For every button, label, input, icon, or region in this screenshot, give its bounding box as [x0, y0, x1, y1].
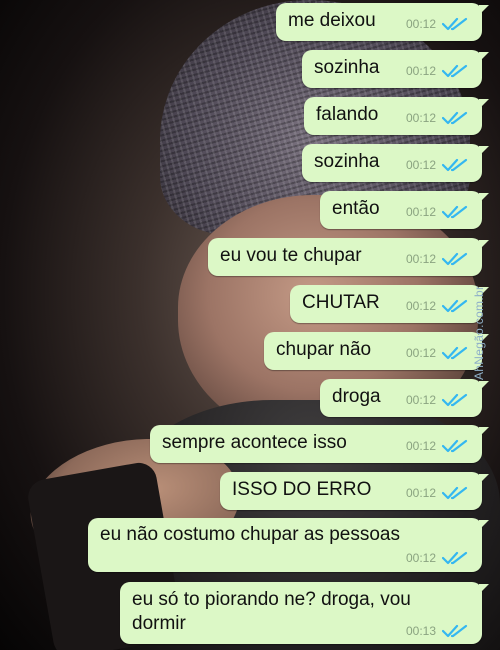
message-text: me deixou — [288, 10, 376, 31]
message-bubble[interactable]: eu não costumo chupar as pessoas 00:12 — [88, 518, 489, 572]
message-time: 00:12 — [405, 486, 436, 500]
message-bubble[interactable]: eu vou te chupar 00:12 — [208, 238, 489, 276]
message-text: CHUTAR — [302, 292, 380, 313]
message-text: sozinha — [314, 57, 380, 78]
message-bubble[interactable]: eu só to piorando ne? droga, vou dormir … — [120, 582, 489, 644]
double-check-icon — [442, 64, 468, 78]
double-check-icon — [442, 111, 468, 125]
message-time: 00:12 — [405, 393, 436, 407]
message-bubble[interactable]: sempre acontece isso 00:12 — [150, 425, 489, 463]
message-bubble[interactable]: sozinha 00:12 — [302, 50, 489, 88]
message-text: então — [332, 198, 380, 219]
double-check-icon — [442, 439, 468, 453]
message-text: eu não costumo chupar as pessoas — [100, 524, 400, 545]
double-check-icon — [442, 346, 468, 360]
message-time: 00:12 — [405, 439, 436, 453]
message-bubble[interactable]: chupar não 00:12 — [264, 332, 489, 370]
message-text: ISSO DO ERRO — [232, 479, 372, 500]
double-check-icon — [442, 158, 468, 172]
double-check-icon — [442, 551, 468, 565]
message-time: 00:12 — [405, 64, 436, 78]
double-check-icon — [442, 17, 468, 31]
message-text: sempre acontece isso — [162, 432, 347, 453]
message-time: 00:12 — [405, 299, 436, 313]
message-bubble[interactable]: então 00:12 — [320, 191, 489, 229]
message-text-line1: eu só to piorando ne? droga, vou — [132, 589, 411, 610]
double-check-icon — [442, 299, 468, 313]
message-text: droga — [332, 386, 381, 407]
watermark: AhNegão.com.br — [472, 285, 486, 380]
double-check-icon — [442, 486, 468, 500]
message-text: eu vou te chupar — [220, 245, 362, 266]
message-bubble[interactable]: ISSO DO ERRO 00:12 — [220, 472, 489, 510]
chat-screen: me deixou 00:12 sozinha 00:12 falando 00… — [0, 0, 500, 650]
message-time: 00:12 — [405, 205, 436, 219]
message-text: sozinha — [314, 151, 380, 172]
double-check-icon — [442, 393, 468, 407]
message-time: 00:13 — [405, 624, 436, 638]
message-text: falando — [316, 104, 379, 125]
message-bubble[interactable]: falando 00:12 — [304, 97, 489, 135]
double-check-icon — [442, 205, 468, 219]
message-bubble[interactable]: CHUTAR 00:12 — [290, 285, 489, 323]
message-bubble[interactable]: sozinha 00:12 — [302, 144, 489, 182]
message-time: 00:12 — [405, 111, 436, 125]
message-time: 00:12 — [405, 252, 436, 266]
message-text: chupar não — [276, 339, 372, 360]
double-check-icon — [442, 624, 468, 638]
message-bubble[interactable]: me deixou 00:12 — [276, 3, 489, 41]
message-bubble[interactable]: droga 00:12 — [320, 379, 489, 417]
double-check-icon — [442, 252, 468, 266]
message-time: 00:12 — [405, 17, 436, 31]
message-time: 00:12 — [405, 346, 436, 360]
message-time: 00:12 — [405, 158, 436, 172]
message-text-line2: dormir — [132, 613, 186, 634]
message-time: 00:12 — [405, 551, 436, 565]
